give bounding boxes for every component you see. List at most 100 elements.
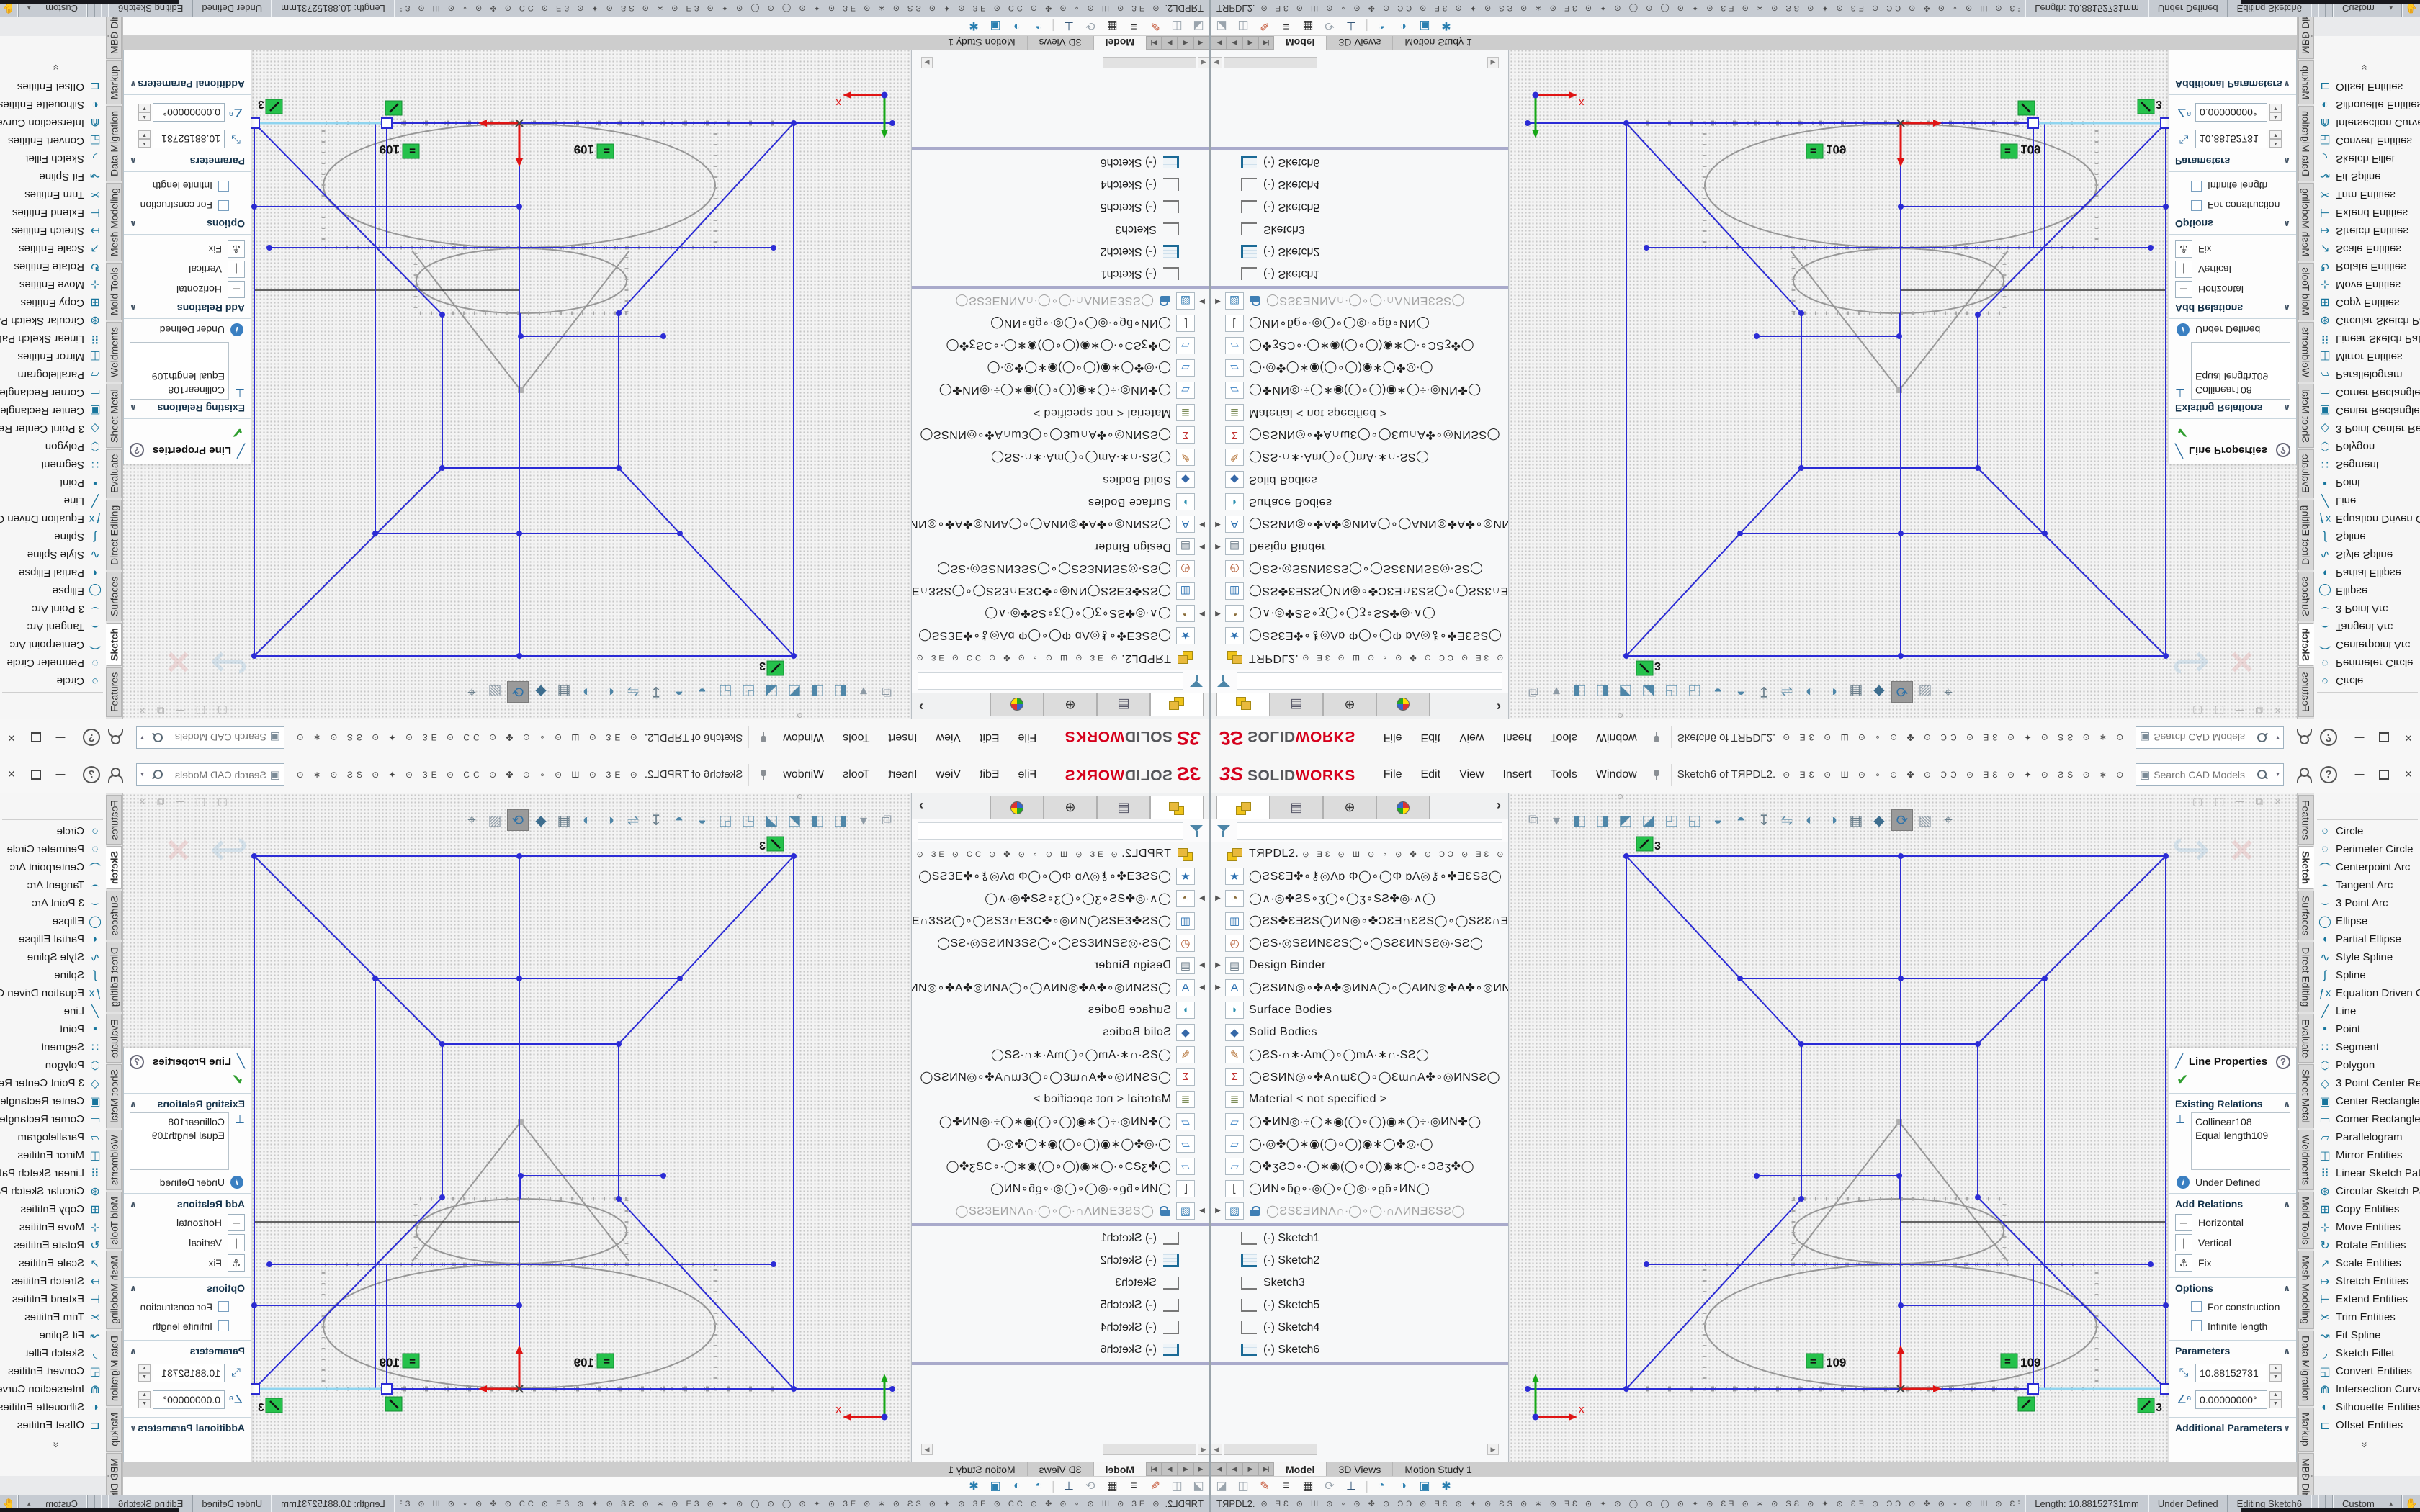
- tab-propertymanager[interactable]: ▤: [1097, 796, 1150, 819]
- tool-button[interactable]: ⊹ Move Entities: [2314, 1218, 2420, 1236]
- document-tab[interactable]: 3D Views: [1027, 36, 1093, 50]
- collapse-icon[interactable]: ∧: [2283, 303, 2290, 313]
- tree-horizontal-scrollbar[interactable]: ◀ ▶: [921, 1443, 1209, 1456]
- tool-button[interactable]: ↻ Rotate Entities: [2314, 1236, 2420, 1254]
- tree-row[interactable]: ▶ ▱ ◯✤ИN◎∙÷◯∗◉(◯∘◯)◉∗◯÷∙◎ИN✤◯: [1211, 379, 1508, 402]
- tree-row[interactable]: ▶ ◴ ◯ƧS∙◎SƧИNƐƧS◯∘◯SƧƐИNSƧ◎∙SƧ◯: [912, 932, 1209, 954]
- user-account-icon[interactable]: [107, 765, 126, 784]
- sketch-row[interactable]: (-) Sketch5: [912, 1294, 1209, 1316]
- tool-button[interactable]: ↦ Stretch Entities: [0, 1272, 106, 1290]
- menu-item[interactable]: Edit: [1411, 727, 1450, 749]
- tab-configurationmanager[interactable]: ⊕: [1323, 796, 1376, 819]
- tool-button[interactable]: ⌒ Centerpoint Arc: [0, 858, 106, 876]
- bottom-tool-icon[interactable]: ❘: [1049, 1479, 1058, 1493]
- document-tab[interactable]: Motion Study 1: [936, 1462, 1026, 1476]
- tool-button[interactable]: ⌢ Tangent Arc: [2314, 876, 2420, 894]
- bottom-tool-icon[interactable]: ⟳: [1319, 1479, 1340, 1493]
- tool-button[interactable]: ⠿ Linear Sketch Pattern: [0, 1164, 106, 1182]
- view-tool-icon[interactable]: ▦: [553, 809, 575, 831]
- view-tool-icon[interactable]: ◰: [1661, 809, 1682, 831]
- ok-check-icon[interactable]: ✔: [2177, 1071, 2290, 1089]
- search-box[interactable]: ▣ ▾: [2136, 726, 2284, 749]
- scroll-right-icon[interactable]: ▶: [1487, 1444, 1499, 1455]
- sketch-row[interactable]: (-) Sketch4: [1211, 174, 1508, 196]
- tool-button[interactable]: ƒx Equation Driven Curve: [2314, 984, 2420, 1002]
- view-tool-icon[interactable]: ◐: [599, 681, 621, 703]
- help-icon[interactable]: ?: [2320, 729, 2337, 747]
- view-tool-icon[interactable]: ⇋: [622, 681, 644, 703]
- bottom-tool-icon[interactable]: ✎: [1254, 1479, 1276, 1493]
- tab-displaymanager[interactable]: [990, 796, 1044, 819]
- menu-item[interactable]: Window: [1587, 727, 1646, 749]
- filter-funnel-icon[interactable]: [1189, 675, 1204, 689]
- view-tool-icon[interactable]: ◆: [1868, 809, 1890, 831]
- tool-button[interactable]: ↝ Fit Spline: [0, 168, 106, 186]
- tool-button[interactable]: ◐ Silhouette Entities: [2314, 96, 2420, 114]
- tool-button[interactable]: ◖ Partial Ellipse: [2314, 564, 2420, 582]
- tab-nav-button[interactable]: |◀: [1211, 36, 1227, 50]
- tool-button[interactable]: ▣ Center Rectangle: [2314, 1092, 2420, 1110]
- commandmanager-tab[interactable]: Sheet Metal: [107, 384, 122, 448]
- expand-icon[interactable]: ∨: [2283, 1423, 2290, 1433]
- document-tab[interactable]: Model: [1274, 1462, 1327, 1476]
- expand-arrow-icon[interactable]: ▶: [1211, 543, 1225, 551]
- tree-row[interactable]: ▶ ◔ ◯∧∙◎✤ƧS∘ʒ◯∘◯ʒ∘SƧ✤◎∙∧◯: [1211, 603, 1508, 625]
- tool-button[interactable]: ⊢ Extend Entities: [0, 1290, 106, 1308]
- expand-arrow-icon[interactable]: ▶: [1195, 1207, 1209, 1215]
- tab-configurationmanager[interactable]: ⊕: [1044, 693, 1097, 716]
- tab-strip-grip[interactable]: ⋮: [2297, 27, 2314, 43]
- scroll-right-icon[interactable]: ▶: [921, 1444, 933, 1455]
- sketch-row[interactable]: (-) Sketch5: [912, 196, 1209, 218]
- search-icon[interactable]: [2256, 732, 2269, 744]
- view-tool-icon[interactable]: ◒: [691, 681, 713, 703]
- scroll-right-icon[interactable]: ▶: [921, 57, 933, 68]
- view-tool-icon[interactable]: ⇋: [622, 809, 644, 831]
- ok-check-icon[interactable]: ✔: [130, 1071, 243, 1089]
- relations-listbox[interactable]: Collinear108Equal length109: [130, 1112, 229, 1170]
- bottom-tool-icon[interactable]: ❘: [1362, 1479, 1371, 1493]
- tool-button[interactable]: ∿ Style Spline: [2314, 948, 2420, 966]
- scroll-left-icon[interactable]: ◀: [1198, 1444, 1209, 1455]
- view-tool-icon[interactable]: ◪: [761, 681, 782, 703]
- search-input[interactable]: [164, 732, 266, 744]
- bottom-tool-icon[interactable]: ▣: [1414, 19, 1435, 34]
- tree-root-row[interactable]: ▶ TЯPDL2. ⊙ ƎƐ ⊙ Ш ⊙ ∘ ⊙ ✤ ⊙ ƆϽ ⊙ ƎƐ ⊙ ✦…: [912, 647, 1209, 670]
- sketch-row[interactable]: (-) Sketch1: [912, 1227, 1209, 1249]
- splitter-handle[interactable]: [797, 713, 802, 718]
- tree-row[interactable]: ▶ ★ ◯ƧSƐƎ✤∘⚷◎Λɒ Φ◯∘◯Φ ɒΛ◎⚷∘✤ƎƐSƧ◯: [912, 625, 1209, 647]
- scroll-thumb[interactable]: [1103, 1444, 1196, 1455]
- relation-item[interactable]: Equal length109: [2195, 1129, 2286, 1143]
- view-tool-icon[interactable]: ◧: [1569, 809, 1590, 831]
- quick-access-toolbar[interactable]: ⊙ ƎƐ ⊙ Ш ⊙ ∘ ⊙ ✤ ⊙ ƆϽ ⊙ ƎƐ ⊙ ✦ ⊙ ƧS ⊙ ∗ …: [1783, 770, 2128, 780]
- commandmanager-tab[interactable]: Features: [107, 667, 122, 717]
- expand-arrow-icon[interactable]: ▶: [1195, 961, 1209, 969]
- tool-button[interactable]: ◇ 3 Point Center Recta...: [0, 420, 106, 438]
- sketch-row[interactable]: (-) Sketch1: [912, 263, 1209, 285]
- section-existing-relations[interactable]: Existing Relations∧: [130, 402, 245, 414]
- view-tool-icon[interactable]: ↧: [645, 809, 667, 831]
- sketch-row[interactable]: (-) Sketch5: [1211, 196, 1508, 218]
- view-tool-icon[interactable]: ◰: [1661, 681, 1682, 703]
- bottom-tool-icon[interactable]: ✎: [1144, 1479, 1166, 1493]
- view-tool-icon[interactable]: ⟳: [507, 681, 529, 703]
- document-window-controls[interactable]: ▢ ▢ ─ ⧉ ×: [2192, 795, 2285, 808]
- view-tool-icon[interactable]: ↧: [645, 681, 667, 703]
- tree-row[interactable]: ▶ ◆ Solid Bodies: [1211, 469, 1508, 491]
- relations-listbox[interactable]: Collinear108Equal length109: [2191, 342, 2290, 400]
- tool-button[interactable]: ƒx Equation Driven Curve: [0, 984, 106, 1002]
- expand-arrow-icon[interactable]: ▶: [1211, 521, 1225, 528]
- tool-button[interactable]: ◐ Silhouette Entities: [0, 96, 106, 114]
- relations-listbox[interactable]: Collinear108Equal length109: [2191, 1112, 2290, 1170]
- freeze-bar[interactable]: [912, 1223, 1209, 1226]
- commandmanager-tab[interactable]: Sketch: [107, 846, 122, 889]
- tool-button[interactable]: ○ Circle: [0, 822, 106, 840]
- tree-root-row[interactable]: ▶ TЯPDL2. ⊙ ƎƐ ⊙ Ш ⊙ ∘ ⊙ ✤ ⊙ ƆϽ ⊙ ƎƐ ⊙ ✦…: [1211, 647, 1508, 670]
- commandmanager-tab[interactable]: Markup: [2298, 60, 2314, 104]
- help-icon[interactable]: ?: [83, 729, 100, 747]
- view-tool-icon[interactable]: ↧: [1753, 809, 1775, 831]
- relation-item[interactable]: Collinear108: [2195, 1115, 2286, 1129]
- tab-featuremanager[interactable]: [1150, 693, 1204, 716]
- bottom-tool-icon[interactable]: ▦: [1297, 19, 1319, 34]
- tool-button[interactable]: ↝ Fit Spline: [2314, 168, 2420, 186]
- bottom-tool-icon[interactable]: ⟳: [1080, 19, 1101, 34]
